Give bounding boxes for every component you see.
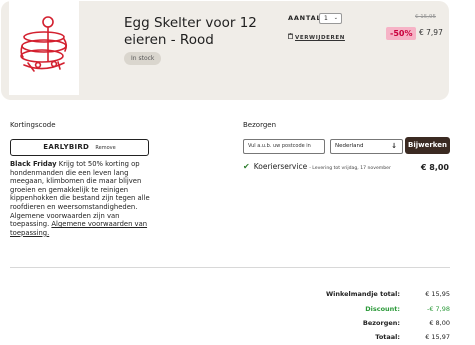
coupon-heading: Kortingscode xyxy=(10,121,56,129)
promo-title: Black Friday xyxy=(10,160,57,168)
new-price: € 7,97 xyxy=(419,28,443,37)
shipping-heading: Bezorgen xyxy=(243,121,277,129)
cart-item-card: Egg Skelter voor 12 eieren - Rood In sto… xyxy=(1,1,449,100)
stock-badge: In stock xyxy=(124,52,162,65)
subtotal-label: Winkelmandje total: xyxy=(325,290,400,298)
trash-icon xyxy=(288,32,293,41)
country-select[interactable]: Nederland ↓ xyxy=(330,139,403,154)
subtotal-row: Winkelmandje total: € 15,95 xyxy=(300,290,450,300)
delivery-row: Bezorgen: € 8,00 xyxy=(300,319,450,329)
promo-text: Black Friday Krijg tot 50% korting op ho… xyxy=(10,160,155,237)
discount-value: -€ 7,98 xyxy=(426,305,450,313)
shipping-option-detail: - Levering tot vrijdag, 17 november xyxy=(309,166,391,171)
remove-label: VERWIJDEREN xyxy=(295,35,345,41)
delivery-value: € 8,00 xyxy=(429,319,450,327)
egg-skelter-product-image xyxy=(20,16,68,72)
chevron-down-icon: ⌄ xyxy=(333,15,338,21)
product-image[interactable] xyxy=(9,1,79,95)
quantity-select[interactable]: 1 ⌄ xyxy=(319,13,342,24)
total-row: Totaal: € 15,97 xyxy=(300,333,450,343)
subtotal-value: € 15,95 xyxy=(425,290,450,298)
discount-label: Discount: xyxy=(365,305,400,313)
coupon-remove-button[interactable]: Remove xyxy=(95,145,115,151)
postcode-input[interactable]: Vul a.u.b. uw postcode in xyxy=(243,139,325,154)
shipping-price: € 8,00 xyxy=(420,163,449,172)
total-label: Totaal: xyxy=(375,333,400,341)
total-value: € 15,97 xyxy=(425,333,450,341)
promo-body: Krijg tot 50% korting op hondenmanden di… xyxy=(10,160,150,229)
delivery-label: Bezorgen: xyxy=(362,319,400,327)
country-value: Nederland xyxy=(335,143,364,149)
quantity-value: 1 xyxy=(324,15,328,22)
divider xyxy=(10,267,450,268)
remove-item-link[interactable]: VERWIJDEREN xyxy=(288,32,345,41)
arrow-down-icon: ↓ xyxy=(391,142,397,150)
applied-coupon: EARLYBIRD Remove xyxy=(10,139,149,156)
quantity-label: AANTAL xyxy=(288,14,322,22)
old-price: € 15,95 xyxy=(415,14,436,20)
discount-badge: -50% xyxy=(386,27,417,40)
shipping-option[interactable]: ✔ Koerierservice - Levering tot vrijdag, 1… xyxy=(243,162,391,171)
update-button[interactable]: Bijwerken xyxy=(405,137,450,154)
coupon-code: EARLYBIRD xyxy=(43,143,90,151)
product-name[interactable]: Egg Skelter voor 12 eieren - Rood xyxy=(124,15,272,49)
checkmark-icon: ✔ xyxy=(243,162,250,171)
discount-row: Discount: -€ 7,98 xyxy=(300,305,450,315)
shipping-option-name: Koerierservice xyxy=(253,162,308,171)
